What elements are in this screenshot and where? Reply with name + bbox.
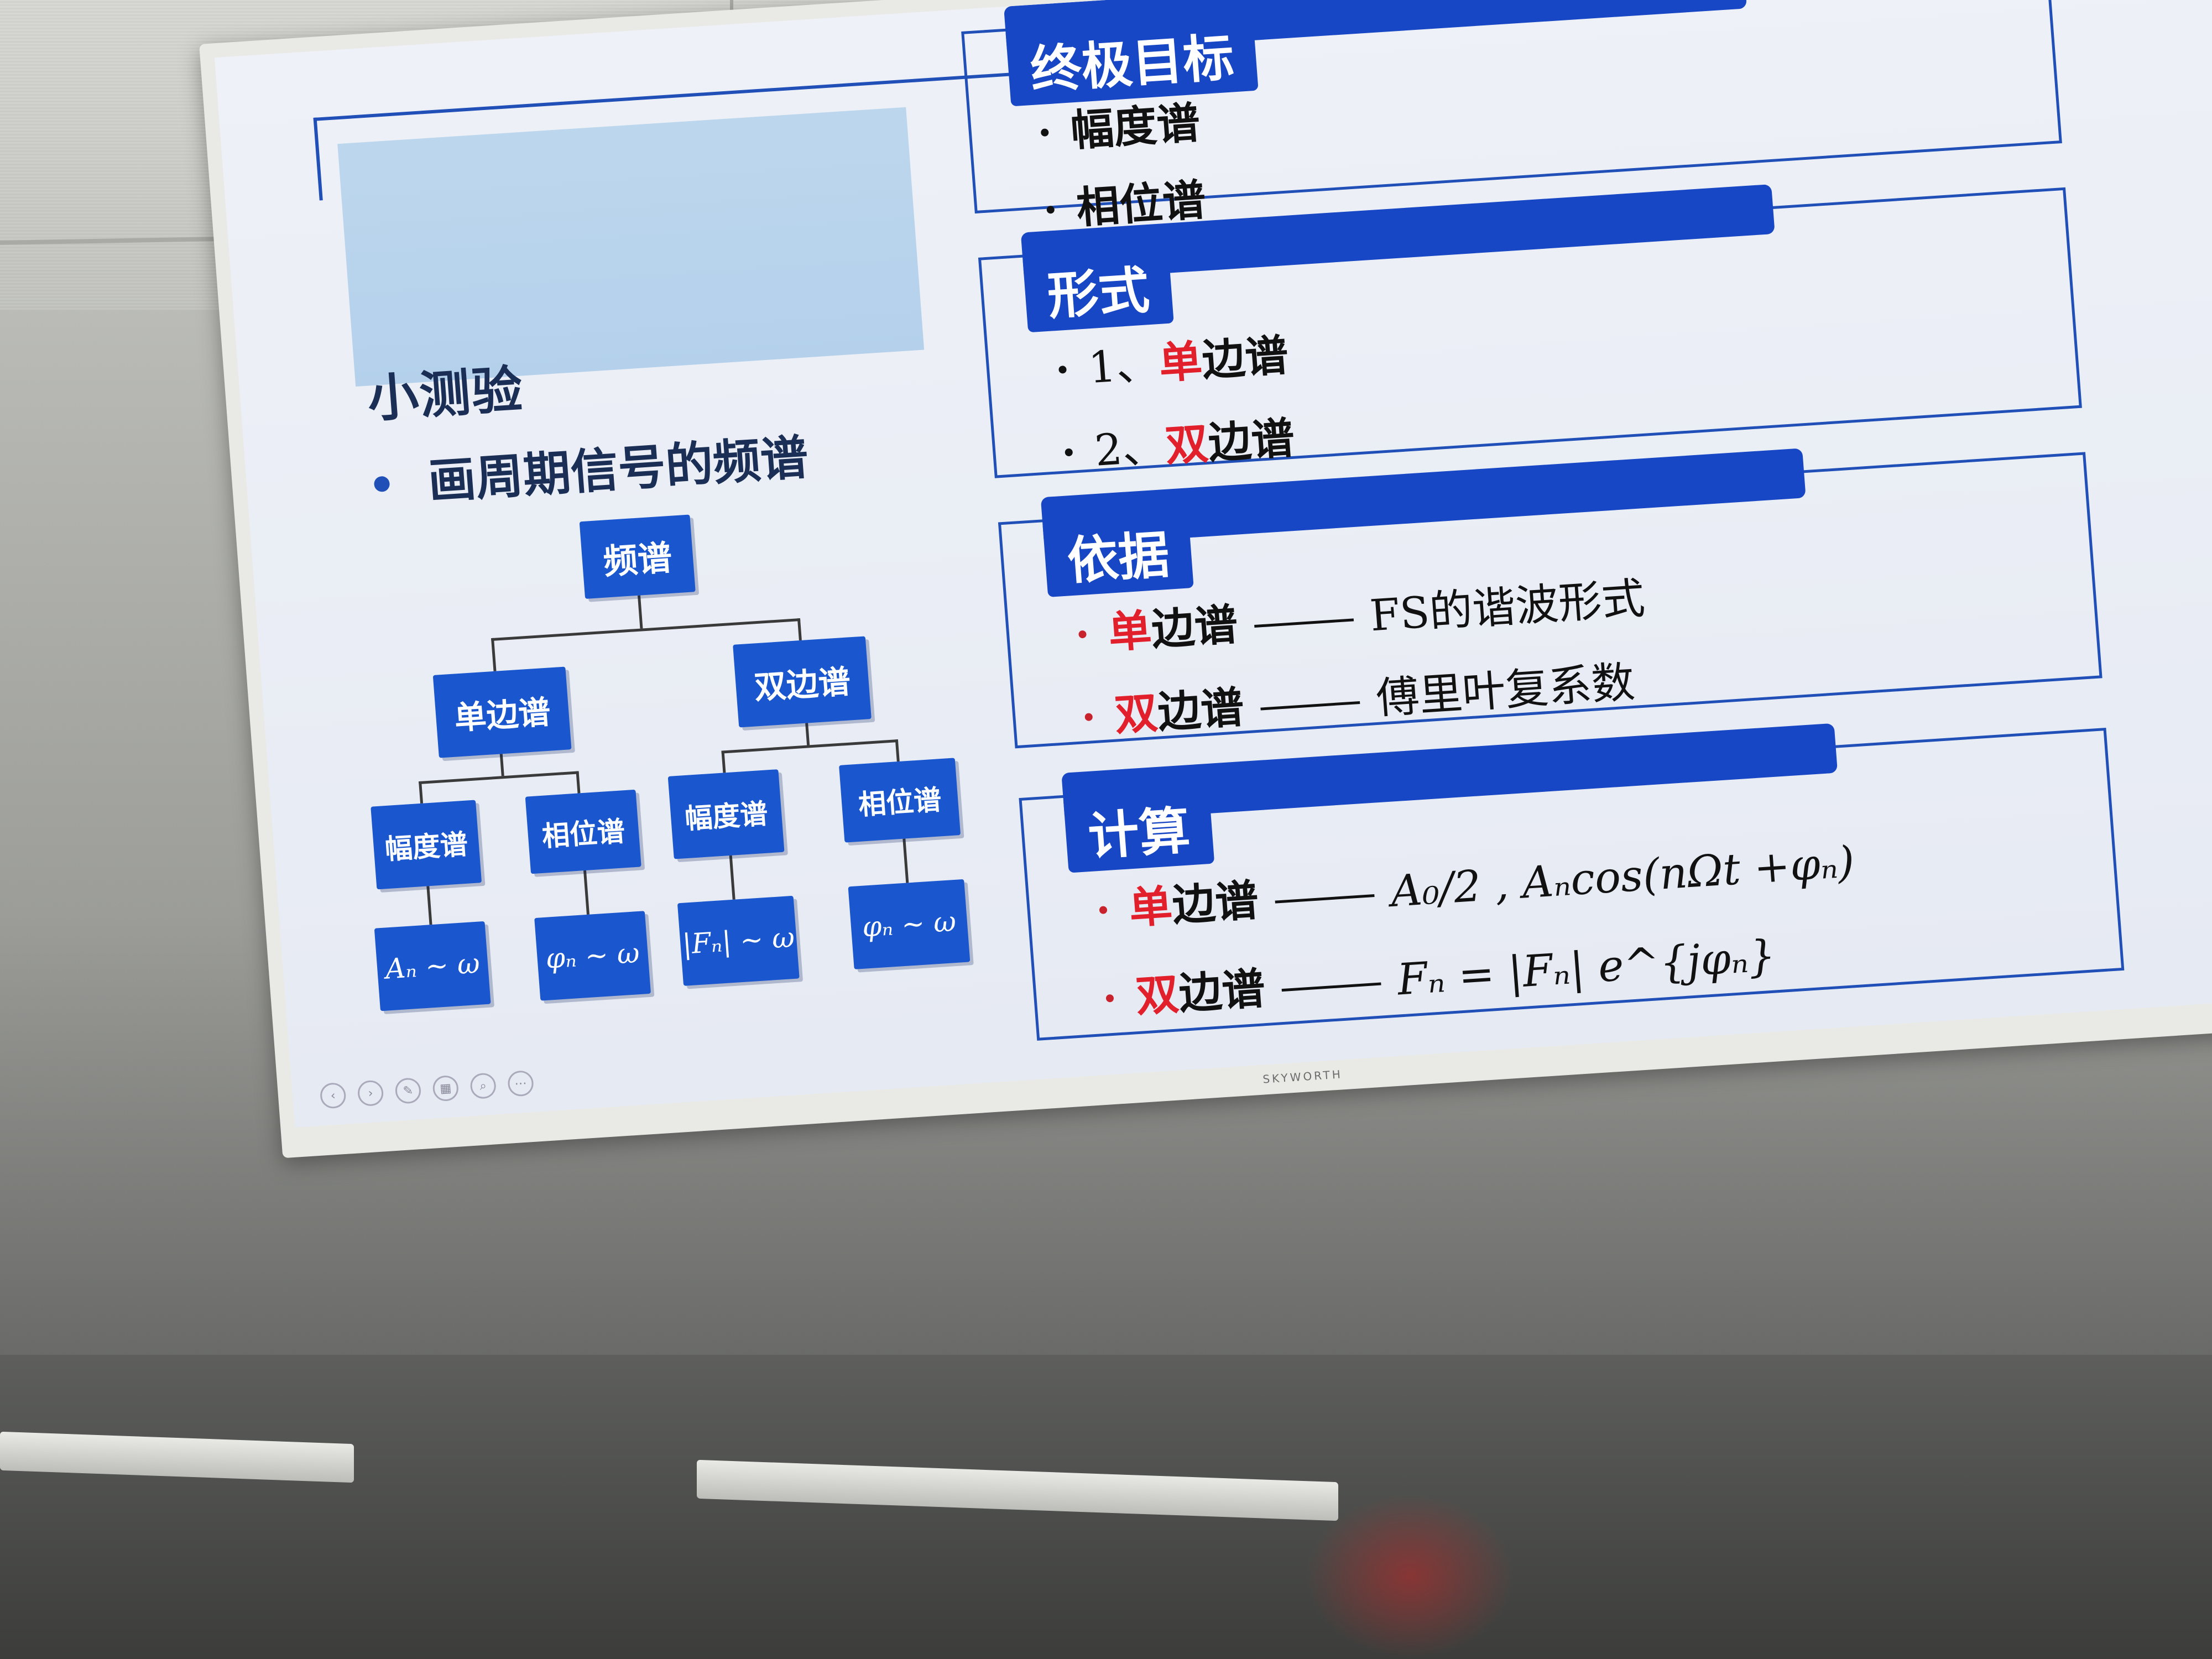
item-highlight: 单 [1127,881,1175,934]
item-text: 边谱 [1200,331,1290,386]
bullet-dot-icon [1046,205,1055,214]
tree-root-node: 频谱 [579,514,696,599]
tree-connector [576,771,581,794]
item-text: 幅度谱 [1068,98,1202,156]
item-prefix: 1、 [1087,339,1161,394]
slide-screen: 小测验 画周期信号的频谱 频谱 单边谱 双边谱 幅度谱 相位谱 幅度谱 相位谱 … [214,0,2212,1128]
item-highlight: 双 [1163,419,1211,472]
next-slide-icon[interactable]: › [357,1079,384,1107]
bullet-dot-icon [1084,712,1093,721]
panel-title-basis: 依据 [1042,510,1194,597]
bullet-dot-icon [373,475,390,492]
tree-formula: φₙ ~ ω [848,879,971,969]
more-options-icon[interactable]: ⋯ [507,1070,535,1097]
tree-formula: φₙ ~ ω [534,911,651,1001]
tree-connector [419,771,579,785]
item-highlight: 单 [1157,336,1204,389]
tree-connector [499,754,504,776]
slides-grid-icon[interactable]: ▦ [432,1074,460,1102]
red-light-glow [1305,1493,1515,1659]
item-text: 边谱 [1206,413,1297,469]
tree-connector [902,838,909,883]
bullet-dot-icon [1105,994,1114,1003]
item-highlight: 单 [1107,606,1154,658]
tv-display: 小测验 画周期信号的频谱 频谱 单边谱 双边谱 幅度谱 相位谱 幅度谱 相位谱 … [199,0,2212,1159]
item-prefix: 2、 [1093,421,1167,476]
bullet-dot-icon [1065,448,1073,456]
tree-node-amplitude: 幅度谱 [371,800,482,890]
item-text: 边谱 [1177,964,1267,1020]
item-highlight: 双 [1134,969,1181,1022]
slide-frame-line [313,117,323,201]
item-detail: 傅里叶复系数 [1374,657,1637,724]
dash-separator [1260,701,1360,711]
tree-connector [729,855,735,900]
tree-connector [797,618,802,641]
tree-connector [426,886,432,925]
tree-connector [721,750,726,773]
bullet-text: 画周期信号的频谱 [426,430,810,510]
item-text: 边谱 [1156,682,1246,738]
tree-connector [583,870,589,915]
prev-slide-icon[interactable]: ‹ [319,1082,347,1109]
tree-connector [491,638,497,671]
slide-title: 小测验 [365,359,526,429]
tree-node-phase: 相位谱 [525,789,641,874]
tree-node-phase: 相位谱 [839,758,961,843]
tree-node-single-sided: 单边谱 [432,666,572,758]
tree-connector [895,739,900,762]
tree-node-amplitude: 幅度谱 [667,769,785,859]
item-highlight: 双 [1113,688,1160,741]
dash-separator [1281,982,1381,992]
item-text: 边谱 [1170,875,1260,931]
panel-title-calculation: 计算 [1063,785,1215,873]
dash-separator [1275,894,1375,904]
bullet-dot-icon [1099,905,1108,914]
tree-node-double-sided: 双边谱 [733,636,872,728]
list-item: 幅度谱 [1039,88,1202,160]
slideshow-toolbar: ‹ › ✎ ▦ ⌕ ⋯ [319,1070,535,1109]
tree-connector [419,781,424,804]
dash-separator [1254,618,1354,628]
tree-connector [805,723,810,745]
zoom-icon[interactable]: ⌕ [469,1072,497,1100]
bullet-dot-icon [1058,365,1067,374]
tree-connector [721,739,899,754]
panel-title-form: 形式 [1022,245,1174,333]
tree-formula: |Fₙ| ~ ω [677,895,800,986]
slide-bullet: 画周期信号的频谱 [371,419,810,515]
tree-connector [637,595,643,629]
tree-connector [491,618,801,641]
pen-icon[interactable]: ✎ [394,1077,422,1104]
title-background-block [337,107,925,387]
tree-formula: Aₙ ~ ω [374,921,491,1011]
item-text: 边谱 [1149,600,1240,655]
bullet-dot-icon [1078,630,1087,639]
bullet-dot-icon [1040,128,1049,137]
